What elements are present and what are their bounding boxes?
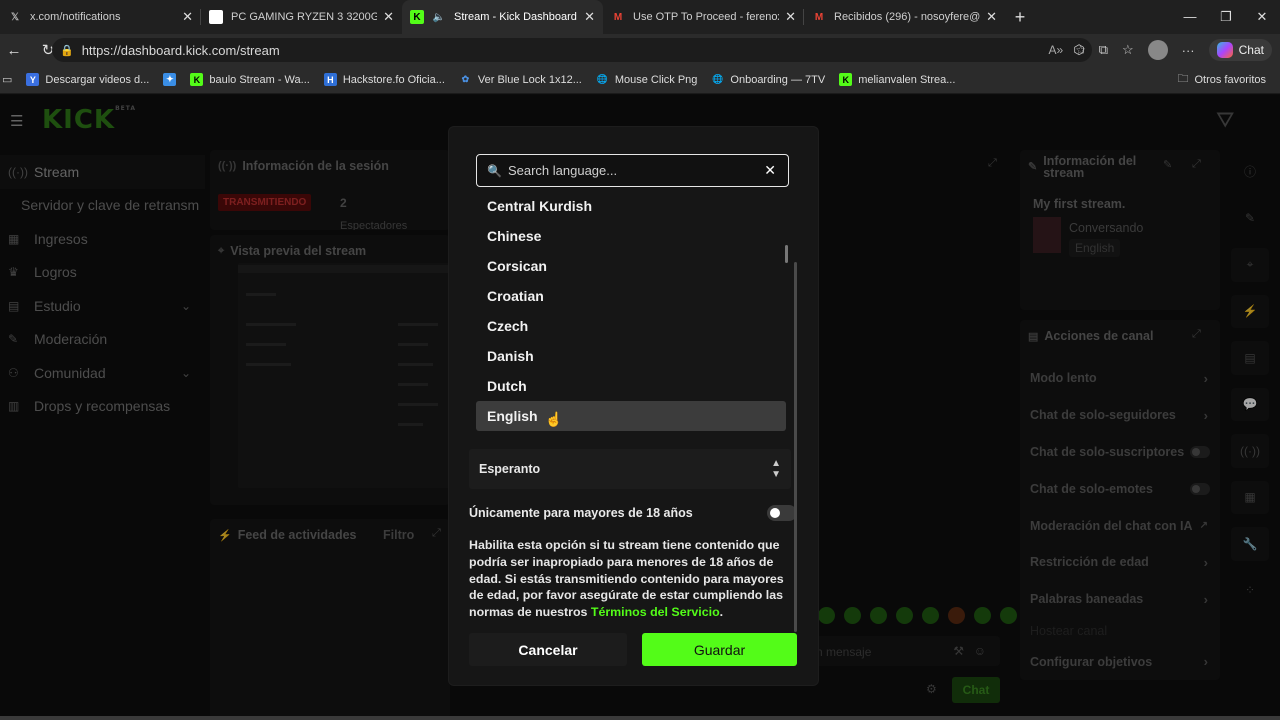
read-aloud-icon[interactable]: A»: [1049, 43, 1064, 57]
bookmark[interactable]: H Hackstore.fo Oficia...: [323, 73, 445, 86]
language-option[interactable]: Central Kurdish: [476, 191, 786, 221]
window-controls: — ❐ ✕: [1172, 0, 1280, 34]
kick-favicon-icon: K: [839, 73, 853, 86]
globe-icon: 🌐: [712, 74, 724, 84]
tab-label: x.com/notifications: [30, 11, 121, 23]
close-window-icon[interactable]: ✕: [1244, 0, 1280, 34]
bookmark[interactable]: 🌐 Onboarding — 7TV: [711, 73, 825, 86]
mouse-cursor-icon: ☝: [545, 411, 563, 427]
search-icon: 🔍: [487, 163, 502, 178]
language-option[interactable]: Croatian: [476, 281, 786, 311]
new-tab-button[interactable]: +: [1005, 7, 1035, 28]
tab-label: PC GAMING RYZEN 3 3200G - Cor: [231, 11, 378, 23]
bookmark[interactable]: ✿ Ver Blue Lock 1x12...: [459, 73, 582, 86]
stream-info-modal: 🔍 ✕ Central Kurdish Chinese Corsican Cro…: [448, 126, 819, 686]
other-favorites[interactable]: 🗀 Otros favoritos: [1177, 70, 1266, 89]
language-select[interactable]: Esperanto ▲ ▼: [469, 449, 791, 489]
modal-scrollbar[interactable]: [794, 262, 797, 632]
close-tab-icon[interactable]: ✕: [383, 9, 394, 25]
browser-tab[interactable]: M Use OTP To Proceed - ferenox64@ ✕: [603, 0, 804, 34]
close-tab-icon[interactable]: ✕: [785, 9, 796, 25]
browser-tab[interactable]: M Recibidos (296) - nosoyfere@gma ✕: [804, 0, 1005, 34]
clear-search-icon[interactable]: ✕: [764, 162, 776, 179]
profile-avatar[interactable]: [1147, 40, 1168, 60]
url-text: https://dashboard.kick.com/stream: [81, 42, 280, 58]
close-tab-icon[interactable]: ✕: [182, 9, 193, 25]
folder-icon: 🗀: [1177, 73, 1189, 85]
bookmark-label: Descargar videos d...: [45, 73, 150, 86]
language-search-box: 🔍 ✕: [476, 154, 789, 187]
language-option[interactable]: Danish: [476, 341, 786, 371]
bookmark-label: Onboarding — 7TV: [730, 73, 826, 86]
language-option[interactable]: Czech: [476, 311, 786, 341]
close-tab-icon[interactable]: ✕: [584, 9, 595, 25]
bookmark[interactable]: Y Descargar videos d...: [26, 73, 149, 86]
browser-tab-active[interactable]: K 🔈 Stream - Kick Dashboard ✕: [402, 0, 603, 34]
x-logo-icon: 𝕏: [10, 11, 20, 23]
close-tab-icon[interactable]: ✕: [986, 9, 997, 25]
tab-label: Recibidos (296) - nosoyfere@gma: [834, 11, 981, 23]
more-menu-icon[interactable]: ···: [1182, 43, 1195, 58]
page-favicon-icon: [209, 10, 223, 24]
language-option[interactable]: Chinese: [476, 221, 786, 251]
audio-playing-icon[interactable]: 🔈: [432, 10, 446, 24]
age-restriction-row: Únicamente para mayores de 18 años: [469, 503, 799, 523]
split-screen-icon[interactable]: ⧉: [1099, 42, 1108, 58]
tab-label: Stream - Kick Dashboard: [454, 11, 577, 23]
bookmark-icon: ✦: [163, 73, 177, 86]
language-selected-value: Esperanto: [479, 462, 541, 476]
bookmark-label: Hackstore.fo Oficia...: [342, 73, 445, 86]
bottom-edge: [0, 716, 1280, 720]
terms-of-service-link[interactable]: Términos del Servicio: [591, 605, 720, 619]
bookmark-icon: Y: [26, 73, 40, 86]
language-option[interactable]: Dutch: [476, 371, 786, 401]
bookmark-icon: H: [323, 73, 337, 86]
age-restriction-label: Únicamente para mayores de 18 años: [469, 506, 693, 520]
gmail-icon: M: [814, 11, 824, 23]
description-end: .: [719, 605, 724, 620]
favorites-icon[interactable]: ☆: [1122, 42, 1134, 58]
browser-tab[interactable]: 𝕏 x.com/notifications ✕: [0, 0, 201, 34]
kick-favicon-icon: K: [410, 10, 424, 24]
bookmarks-bar: ▭ Y Descargar videos d... ✦ Kbaulo Stream…: [0, 66, 1280, 94]
save-button[interactable]: Guardar: [642, 633, 797, 666]
bookmark[interactable]: 🌐 Mouse Click Png: [596, 73, 698, 86]
back-icon[interactable]: ←: [0, 42, 28, 59]
copilot-icon: [1216, 42, 1233, 58]
age-restriction-description: Habilita esta opción si tu stream tiene …: [469, 537, 799, 621]
language-search-input[interactable]: [507, 163, 758, 178]
language-option-highlighted[interactable]: English: [476, 401, 786, 431]
tab-label: Use OTP To Proceed - ferenox64@: [633, 11, 779, 23]
browser-tab[interactable]: PC GAMING RYZEN 3 3200G - Cor ✕: [201, 0, 402, 34]
language-list-scrollbar[interactable]: [785, 245, 788, 263]
copilot-chat-button[interactable]: Chat: [1208, 39, 1272, 61]
address-toolbar: ← ↻ 🔒 https://dashboard.kick.com/stream …: [0, 34, 1280, 66]
bookmark[interactable]: ✦: [163, 73, 177, 86]
lock-icon[interactable]: 🔒: [60, 44, 74, 57]
language-option[interactable]: Corsican: [476, 251, 786, 281]
age-restriction-toggle[interactable]: [767, 505, 797, 521]
bookmark-label: baulo Stream - Wa...: [209, 73, 310, 86]
url-field[interactable]: 🔒 https://dashboard.kick.com/stream A» ☆: [52, 38, 1092, 62]
minimize-icon[interactable]: —: [1172, 0, 1208, 34]
sidebar-toggle-icon[interactable]: ▭: [2, 73, 12, 86]
bookmark[interactable]: Kbaulo Stream - Wa...: [190, 73, 310, 86]
kick-favicon-icon: K: [190, 73, 204, 86]
maximize-icon[interactable]: ❐: [1208, 0, 1244, 34]
extensions-icon[interactable]: ⬡: [1073, 42, 1084, 58]
bookmark-label: melianvalen Strea...: [858, 73, 956, 86]
browser-tab-bar: 𝕏 x.com/notifications ✕ PC GAMING RYZEN …: [0, 0, 1280, 34]
gmail-icon: M: [613, 11, 623, 23]
globe-icon: 🌐: [596, 74, 608, 84]
chat-label: Chat: [1238, 43, 1264, 57]
select-arrows-icon: ▲ ▼: [771, 458, 781, 480]
bookmark-icon: ✿: [461, 74, 470, 84]
bookmark-label: Ver Blue Lock 1x12...: [477, 73, 582, 86]
language-options-list: Central Kurdish Chinese Corsican Croatia…: [470, 191, 796, 433]
other-favorites-label: Otros favoritos: [1194, 73, 1266, 86]
bookmark[interactable]: Kmelianvalen Strea...: [839, 73, 955, 86]
bookmark-label: Mouse Click Png: [614, 73, 698, 86]
cancel-button[interactable]: Cancelar: [469, 633, 627, 666]
